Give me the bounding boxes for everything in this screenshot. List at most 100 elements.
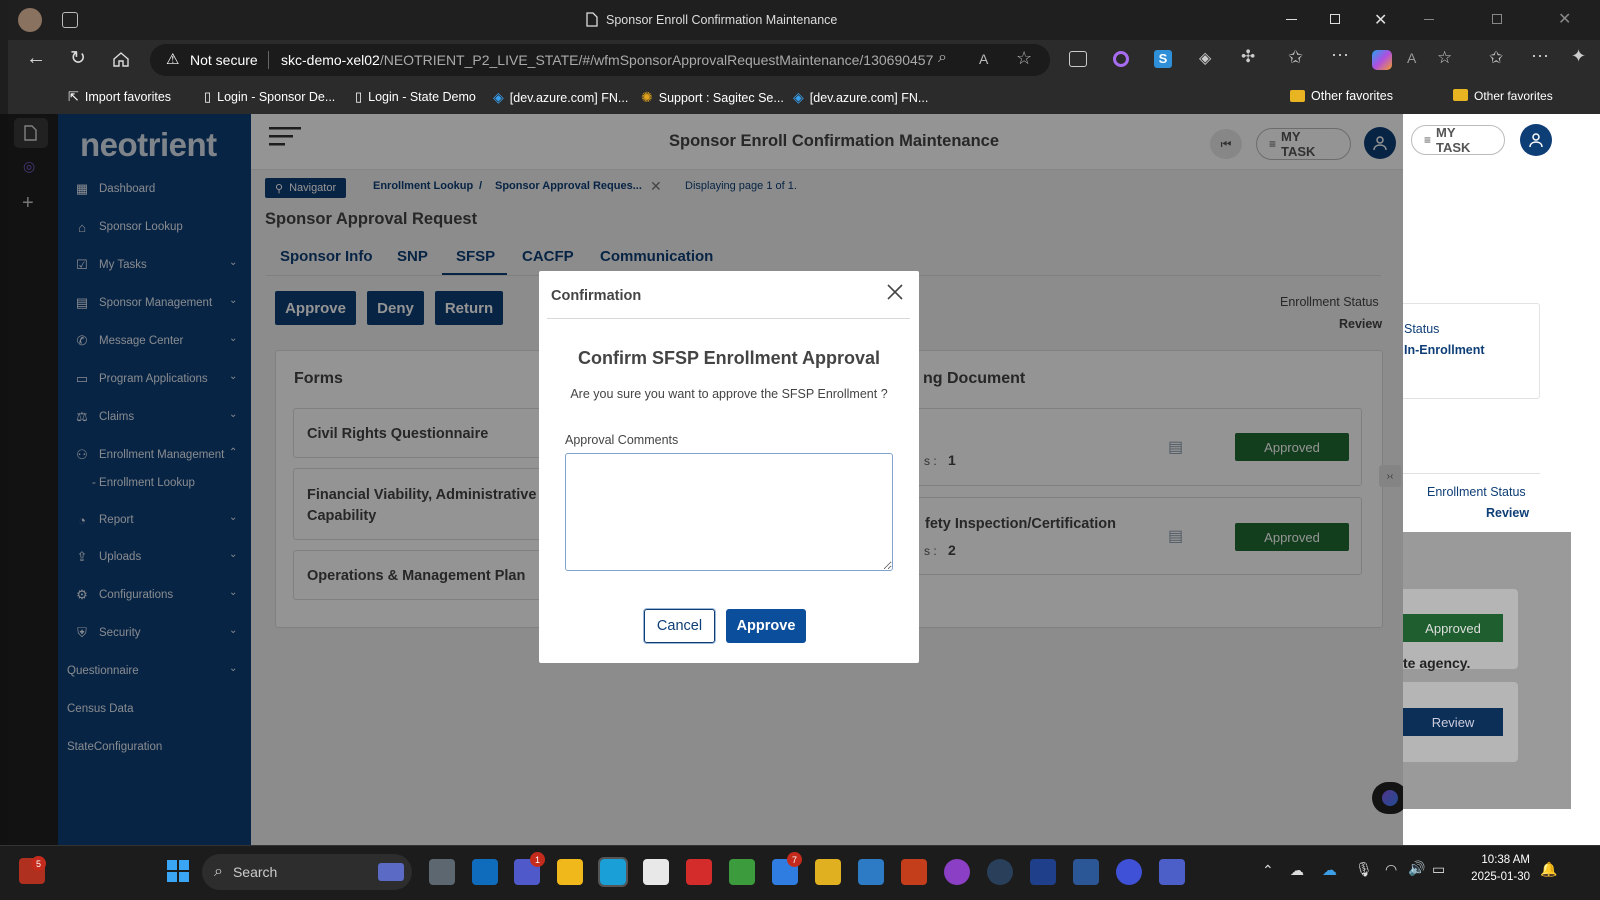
- url-host: skc-demo-xel02: [281, 52, 380, 68]
- extensions-puzzle-icon[interactable]: ✣: [1241, 47, 1255, 67]
- bg-user-avatar[interactable]: [1520, 124, 1552, 156]
- bookmark-label: Login - State Demo: [368, 90, 476, 104]
- battery-icon[interactable]: ▭: [1432, 861, 1445, 878]
- confirmation-dialog: Confirmation Confirm SFSP Enrollment App…: [539, 271, 919, 663]
- approval-comments-input[interactable]: [565, 453, 893, 571]
- url-text[interactable]: skc-demo-xel02/NEOTRIENT_P2_LIVE_STATE/#…: [281, 52, 933, 68]
- powershell-icon[interactable]: [1030, 859, 1056, 885]
- reading-view-icon[interactable]: [1069, 51, 1087, 67]
- favorites-icon[interactable]: ✩: [1288, 47, 1303, 68]
- refresh-icon[interactable]: ↻: [70, 47, 86, 70]
- edge-icon[interactable]: [598, 857, 628, 887]
- dialog-approve-button[interactable]: Approve: [726, 609, 806, 643]
- copilot-icon[interactable]: [1372, 50, 1392, 70]
- bg-review-button[interactable]: Review: [1403, 708, 1503, 736]
- workspaces-icon[interactable]: [62, 12, 78, 28]
- favorites-icon[interactable]: ✩: [1489, 48, 1503, 68]
- extension-s-icon[interactable]: S: [1154, 50, 1172, 68]
- warning-icon[interactable]: ⚠: [166, 50, 179, 68]
- not-secure-label[interactable]: Not secure: [190, 52, 258, 68]
- dialog-header: Confirmation: [547, 271, 910, 319]
- user-icon: [1529, 133, 1543, 148]
- bookmark-support-sagitec[interactable]: ✺ Support : Sagitec Se...: [641, 89, 784, 106]
- bg-other-favorites[interactable]: Other favorites: [1474, 89, 1553, 103]
- bookmark-other-favorites[interactable]: Other favorites: [1290, 89, 1393, 103]
- bg-status-label: Status: [1404, 322, 1440, 336]
- bookmark-import-favorites[interactable]: ⇱ Import favorites: [68, 89, 171, 105]
- back-icon[interactable]: ←: [26, 47, 46, 70]
- more-icon[interactable]: ⋯: [1531, 46, 1549, 67]
- bookmark-label: Support : Sagitec Se...: [658, 90, 784, 105]
- teams-badge: 1: [530, 852, 545, 867]
- page-icon: [586, 12, 598, 27]
- cancel-button[interactable]: Cancel: [644, 609, 715, 643]
- read-aloud-icon[interactable]: A: [979, 51, 988, 67]
- folder-icon: [1453, 89, 1468, 101]
- dialog-title: Confirm SFSP Enrollment Approval: [577, 348, 881, 368]
- close-window-icon[interactable]: ✕: [1374, 10, 1387, 30]
- file-explorer-icon[interactable]: [557, 859, 583, 885]
- bg-navbar: A ☆ ✩ ⋯ ✦: [1403, 40, 1600, 80]
- address-bar[interactable]: ⚠ Not secure skc-demo-xel02/NEOTRIENT_P2…: [150, 44, 1050, 76]
- wifi-icon[interactable]: ◠: [1385, 861, 1397, 878]
- taskbar-search-box[interactable]: ⌕ Search: [202, 854, 412, 890]
- security-app-icon[interactable]: [987, 859, 1013, 885]
- bookmark-azure-1[interactable]: ◈ [dev.azure.com] FN...: [493, 89, 628, 106]
- search-extension-icon[interactable]: [1113, 51, 1129, 67]
- bg-approved-tag: Approved: [1403, 614, 1503, 642]
- task-view-icon[interactable]: [429, 859, 455, 885]
- bookmark-login-sponsor[interactable]: ▯ Login - Sponsor De...: [204, 89, 335, 105]
- weather-icon[interactable]: ☁: [1290, 862, 1304, 879]
- sagitec-icon: ✺: [641, 89, 653, 105]
- favorite-star-icon[interactable]: ☆: [1437, 48, 1452, 68]
- vivaldi-icon[interactable]: [686, 859, 712, 885]
- outlook-icon[interactable]: [472, 859, 498, 885]
- bg-titlebar: ✕: [1403, 0, 1600, 40]
- extension-layers-icon[interactable]: ◈: [1199, 48, 1211, 68]
- maximize-icon[interactable]: [1492, 14, 1502, 24]
- navigation-bar: ← ↻ ⚠ Not secure skc-demo-xel02/NEOTRIEN…: [8, 40, 1403, 80]
- powerpoint-icon[interactable]: [901, 859, 927, 885]
- notepad-plus-icon[interactable]: [729, 859, 755, 885]
- bookmark-label: Import favorites: [84, 90, 172, 104]
- dialog-question: Are you sure you want to approve the SFS…: [570, 387, 888, 401]
- microphone-icon[interactable]: 🎙: [1355, 861, 1373, 878]
- photos-icon[interactable]: [858, 859, 884, 885]
- search-icon: ⌕: [214, 863, 223, 880]
- notepad-icon[interactable]: [1073, 859, 1099, 885]
- sagitec-app-icon[interactable]: [643, 859, 669, 885]
- minimize-icon[interactable]: [1424, 19, 1434, 20]
- show-hidden-icons[interactable]: ⌃: [1262, 862, 1274, 879]
- bg-agency-text: te agency.: [1403, 655, 1471, 671]
- maximize-icon[interactable]: [1330, 14, 1340, 24]
- zoom-icon[interactable]: ⌕: [938, 49, 947, 67]
- bg-divider: [1403, 473, 1540, 474]
- system-clock[interactable]: 10:38 AM 2025-01-30: [1462, 852, 1530, 886]
- clock-date: 2025-01-30: [1471, 871, 1530, 883]
- favorite-star-icon[interactable]: ☆: [1016, 48, 1032, 69]
- bookmark-login-state[interactable]: ▯ Login - State Demo: [355, 89, 476, 105]
- bg-enrollment-status-label: Enrollment Status: [1427, 485, 1526, 499]
- azure-icon: ◈: [793, 89, 804, 105]
- search-app-icon[interactable]: [1159, 859, 1185, 885]
- window-title: Sponsor Enroll Confirmation Maintenance: [586, 12, 837, 27]
- more-icon[interactable]: ⋯: [1331, 45, 1349, 66]
- bookmark-azure-2[interactable]: ◈ [dev.azure.com] FN...: [793, 89, 928, 106]
- read-aloud-icon[interactable]: A: [1407, 50, 1416, 66]
- close-dialog-icon[interactable]: [887, 284, 903, 300]
- bg-my-task-button[interactable]: ≡ MY TASK: [1411, 125, 1505, 155]
- copilot-icon[interactable]: ✦: [1571, 46, 1586, 67]
- zoom-app-icon[interactable]: [1116, 859, 1142, 885]
- sticky-app-icon[interactable]: [815, 859, 841, 885]
- close-icon[interactable]: ✕: [1558, 9, 1571, 29]
- clock-app-icon[interactable]: [944, 859, 970, 885]
- profile-avatar[interactable]: [18, 8, 42, 32]
- minimize-icon[interactable]: [1286, 19, 1297, 20]
- windows-start-icon[interactable]: [166, 859, 190, 883]
- volume-icon[interactable]: 🔊: [1408, 860, 1425, 877]
- home-icon[interactable]: [112, 50, 130, 68]
- bookmark-label: [dev.azure.com] FN...: [509, 90, 629, 105]
- onedrive-icon[interactable]: ☁: [1322, 861, 1337, 879]
- notifications-icon[interactable]: 🔔: [1540, 861, 1557, 878]
- page-icon: ▯: [204, 89, 212, 104]
